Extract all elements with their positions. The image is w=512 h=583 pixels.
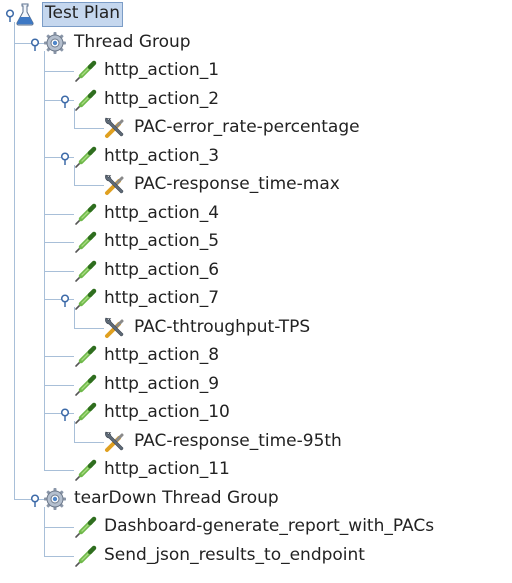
test-plan-tree[interactable]: Test Plan Thread Group http_action_1 http_a… — [0, 0, 512, 583]
tree-connector — [74, 441, 104, 443]
tree-node-label[interactable]: http_action_11 — [102, 458, 232, 481]
tree-row-http-action-9[interactable]: http_action_9 — [0, 371, 512, 399]
expand-toggle-icon[interactable] — [59, 293, 71, 307]
tree-node-label[interactable]: http_action_2 — [102, 88, 221, 111]
tree-row-test-plan[interactable]: Test Plan — [0, 0, 512, 28]
tree-branch-line — [44, 506, 45, 556]
tree-connector — [44, 555, 74, 557]
tree-node-label[interactable]: http_action_7 — [102, 287, 221, 310]
pipette-icon — [72, 87, 98, 113]
pipette-icon — [72, 258, 98, 284]
tree-node-label[interactable]: http_action_4 — [102, 202, 221, 225]
tree-node-label[interactable]: PAC-response_time-max — [132, 173, 342, 196]
pipette-icon — [72, 343, 98, 369]
tree-node-label[interactable]: PAC-response_time-95th — [132, 430, 344, 453]
tree-branch-line — [74, 107, 75, 128]
tools-icon — [102, 429, 128, 455]
tree-connector — [74, 327, 104, 329]
tree-node-label[interactable]: Thread Group — [72, 31, 193, 54]
tree-node-label[interactable]: http_action_1 — [102, 59, 221, 82]
pipette-icon — [72, 286, 98, 312]
tree-connector — [74, 185, 104, 186]
tree-row-http-action-4[interactable]: http_action_4 — [0, 200, 512, 228]
pipette-icon — [72, 372, 98, 398]
tree-row-http-action-5[interactable]: http_action_5 — [0, 228, 512, 256]
tree-row-pac-response-time-95th[interactable]: PAC-response_time-95th — [0, 428, 512, 456]
expand-toggle-icon[interactable] — [59, 407, 71, 421]
tree-connector — [44, 384, 74, 386]
tree-row-http-action-10[interactable]: http_action_10 — [0, 399, 512, 427]
pipette-icon — [72, 201, 98, 227]
tree-node-label[interactable]: PAC-error_rate-percentage — [132, 116, 362, 139]
tree-node-label[interactable]: http_action_6 — [102, 259, 221, 282]
tree-node-label[interactable]: Test Plan — [42, 2, 124, 27]
tree-connector — [44, 356, 74, 357]
tree-node-label[interactable]: Send_json_results_to_endpoint — [102, 544, 367, 567]
tree-row-dashboard-generate-report-with-pacs[interactable]: Dashboard-generate_report_with_PACs — [0, 513, 512, 541]
tools-icon — [102, 172, 128, 198]
tree-row-http-action-1[interactable]: http_action_1 — [0, 57, 512, 85]
tree-connector — [44, 213, 74, 215]
pipette-icon — [72, 400, 98, 426]
tree-row-http-action-3[interactable]: http_action_3 — [0, 143, 512, 171]
pipette-icon — [72, 543, 98, 569]
tree-node-label[interactable]: http_action_10 — [102, 401, 232, 424]
tools-icon — [102, 315, 128, 341]
tree-node-label[interactable]: http_action_5 — [102, 230, 221, 253]
tree-branch-line — [14, 22, 15, 499]
tree-branch-line — [74, 421, 75, 442]
tree-connector — [44, 270, 74, 272]
tree-node-label[interactable]: PAC-thtroughput-TPS — [132, 316, 312, 339]
gear-icon — [42, 486, 68, 512]
pipette-icon — [72, 58, 98, 84]
tree-row-http-action-8[interactable]: http_action_8 — [0, 342, 512, 370]
tree-connector — [44, 527, 74, 528]
pipette-icon — [72, 144, 98, 170]
pipette-icon — [72, 229, 98, 255]
expand-toggle-icon[interactable] — [29, 493, 41, 507]
tree-row-http-action-2[interactable]: http_action_2 — [0, 86, 512, 114]
tree-node-label[interactable]: http_action_8 — [102, 344, 221, 367]
tree-branch-line — [74, 164, 75, 185]
tree-connector — [44, 242, 74, 243]
gear-icon — [42, 30, 68, 56]
flask-icon — [12, 1, 38, 27]
tree-row-http-action-6[interactable]: http_action_6 — [0, 257, 512, 285]
tools-icon — [102, 115, 128, 141]
tree-branch-line — [44, 50, 45, 470]
tree-row-pac-error-rate-percentage[interactable]: PAC-error_rate-percentage — [0, 114, 512, 142]
expand-toggle-icon[interactable] — [59, 151, 71, 165]
tree-row-http-action-7[interactable]: http_action_7 — [0, 285, 512, 313]
tree-row-pac-thtroughput-tps[interactable]: PAC-thtroughput-TPS — [0, 314, 512, 342]
tree-connector — [74, 128, 104, 129]
tree-connector — [44, 71, 74, 72]
tree-node-label[interactable]: tearDown Thread Group — [72, 487, 281, 510]
tree-row-http-action-11[interactable]: http_action_11 — [0, 456, 512, 484]
expand-toggle-icon[interactable] — [59, 94, 71, 108]
tree-row-pac-response-time-max[interactable]: PAC-response_time-max — [0, 171, 512, 199]
tree-row-teardown-thread-group[interactable]: tearDown Thread Group — [0, 485, 512, 513]
pipette-icon — [72, 514, 98, 540]
tree-row-send-json-results-to-endpoint[interactable]: Send_json_results_to_endpoint — [0, 542, 512, 570]
pipette-icon — [72, 457, 98, 483]
tree-branch-line — [74, 307, 75, 328]
tree-node-label[interactable]: http_action_9 — [102, 373, 221, 396]
expand-toggle-icon[interactable] — [29, 37, 41, 51]
tree-connector — [44, 470, 74, 471]
tree-row-thread-group[interactable]: Thread Group — [0, 29, 512, 57]
tree-node-label[interactable]: Dashboard-generate_report_with_PACs — [102, 515, 436, 538]
tree-node-label[interactable]: http_action_3 — [102, 145, 221, 168]
